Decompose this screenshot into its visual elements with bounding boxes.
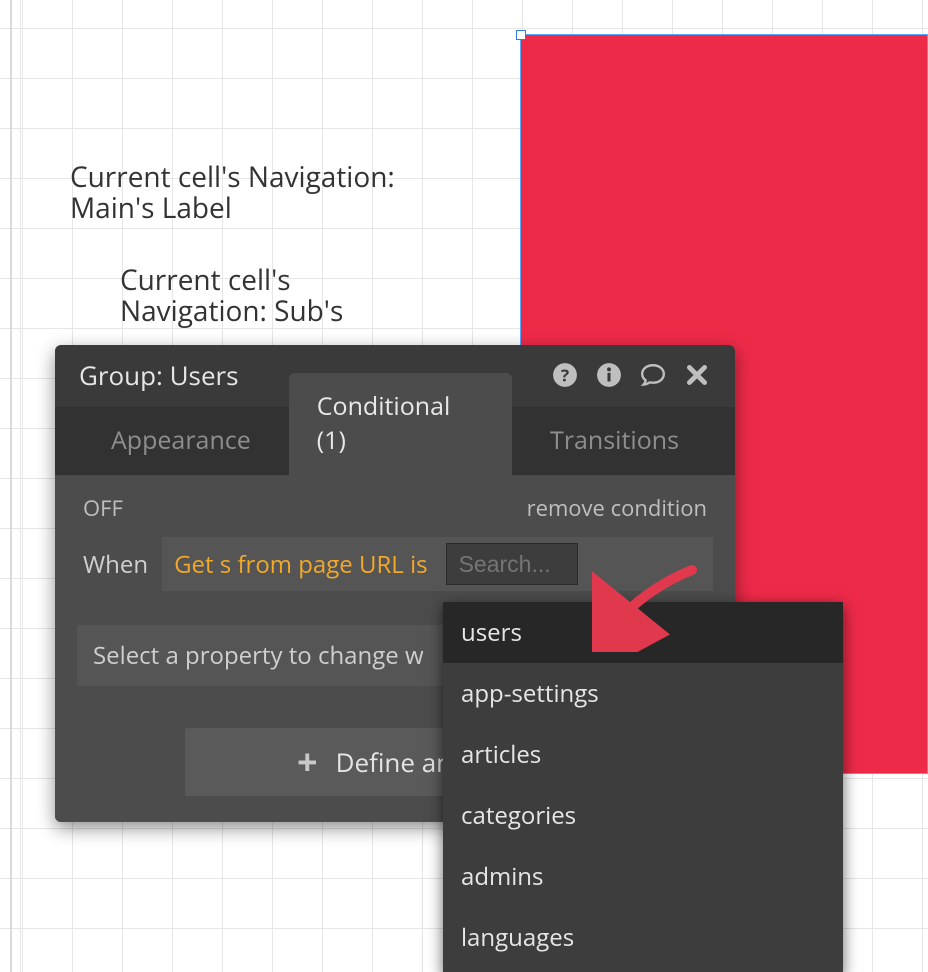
condition-off-toggle[interactable]: OFF (83, 493, 123, 523)
dropdown-item-admins[interactable]: admins (443, 846, 843, 907)
resize-handle-top-left[interactable] (516, 30, 526, 40)
autocomplete-dropdown: users app-settings articles categories a… (443, 602, 843, 972)
search-input[interactable] (446, 543, 578, 585)
canvas-text-sub-label[interactable]: Current cell's Navigation: Sub's (120, 265, 420, 327)
svg-text:?: ? (561, 364, 569, 388)
dropdown-item-app-settings[interactable]: app-settings (443, 663, 843, 724)
panel-header-icons: ? (551, 361, 711, 389)
info-icon[interactable] (595, 361, 623, 389)
when-expression-row: When Get s from page URL is (77, 537, 713, 591)
dropdown-item-users[interactable]: users (443, 602, 843, 663)
panel-tabs: Appearance Conditional (1) Transitions (55, 407, 735, 475)
tab-transitions[interactable]: Transitions (522, 407, 707, 475)
dropdown-item-languages[interactable]: languages (443, 907, 843, 968)
help-icon[interactable]: ? (551, 361, 579, 389)
expression-box[interactable]: Get s from page URL is (162, 537, 440, 591)
close-icon[interactable] (683, 361, 711, 389)
comment-icon[interactable] (639, 361, 667, 389)
dropdown-item-categories[interactable]: categories (443, 785, 843, 846)
plus-icon: + (297, 752, 318, 772)
canvas-text-main-label[interactable]: Current cell's Navigation: Main's Label (70, 162, 470, 224)
dropdown-item-articles[interactable]: articles (443, 724, 843, 785)
when-label: When (77, 537, 162, 591)
tab-conditional[interactable]: Conditional (1) (289, 373, 512, 475)
tab-appearance[interactable]: Appearance (83, 407, 279, 475)
remove-condition-link[interactable]: remove condition (527, 493, 707, 523)
